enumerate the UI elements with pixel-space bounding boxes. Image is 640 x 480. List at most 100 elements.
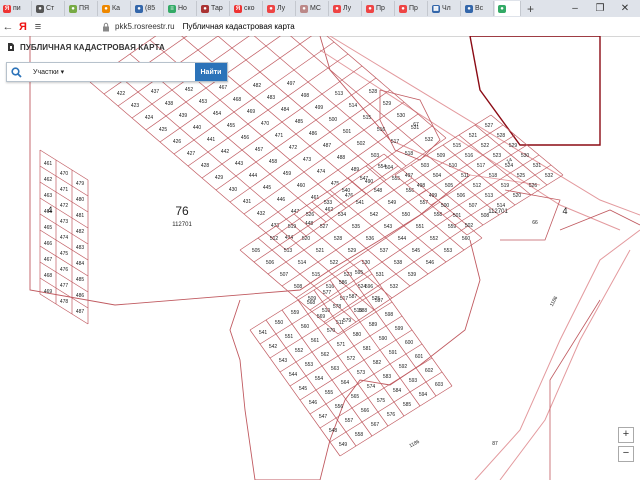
maximize-icon[interactable]: ❐ — [590, 0, 610, 17]
parcel-number[interactable]: 497 — [287, 81, 296, 87]
parcel-number[interactable]: 533 — [324, 200, 333, 206]
parcel-number[interactable]: 548 — [374, 188, 383, 194]
parcel-number[interactable]: 468 — [44, 273, 53, 279]
parcel-number[interactable]: 515 — [312, 272, 321, 278]
parcel-number[interactable]: 112701 — [172, 222, 192, 228]
parcel-number[interactable]: 513 — [485, 193, 494, 199]
search-icon[interactable] — [7, 63, 25, 81]
parcel-number[interactable]: 480 — [76, 197, 85, 203]
cadastral-map[interactable]: 4224234244254264274284294304314324334344… — [0, 36, 640, 480]
parcel-number[interactable]: 572 — [347, 356, 356, 362]
parcel-number[interactable]: 1186 — [408, 439, 421, 449]
parcel-number[interactable]: 515 — [453, 143, 462, 149]
parcel-number[interactable]: 471 — [60, 187, 69, 193]
parcel-number[interactable]: 576 — [387, 412, 396, 418]
parcel-number[interactable]: 519 — [501, 183, 510, 189]
parcel-number[interactable]: 502 — [465, 223, 474, 229]
browser-tab[interactable]: ● Пр — [396, 1, 428, 16]
parcel-number[interactable]: 526 — [306, 212, 315, 218]
parcel-number[interactable]: 579 — [343, 318, 352, 324]
parcel-number[interactable]: 558 — [355, 432, 364, 438]
parcel-number[interactable]: 569 — [317, 314, 326, 320]
parcel-number[interactable]: 441 — [207, 137, 216, 143]
parcel-number[interactable]: 483 — [267, 95, 276, 101]
parcel-number[interactable]: 469 — [44, 289, 53, 295]
parcel-number[interactable]: 473 — [303, 157, 312, 163]
parcel-number[interactable]: 487 — [76, 309, 85, 315]
parcel-number[interactable]: 552 — [430, 236, 439, 242]
parcel-number[interactable]: 517 — [340, 296, 349, 302]
parcel-number[interactable]: 535 — [352, 224, 361, 230]
parcel-number[interactable]: 471 — [275, 133, 284, 139]
browser-tab[interactable]: Яско — [231, 1, 263, 16]
parcel-number[interactable]: 551 — [285, 334, 294, 340]
parcel-number[interactable]: 559 — [291, 310, 300, 316]
parcel-number[interactable]: 530 — [362, 260, 371, 266]
parcel-number[interactable]: 539 — [408, 272, 417, 278]
parcel-number[interactable]: 595 — [355, 270, 364, 276]
parcel-number[interactable]: 594 — [419, 392, 428, 398]
zoom-out-button[interactable]: − — [618, 446, 634, 462]
browser-tab[interactable]: ● — [495, 1, 521, 16]
parcel-number[interactable]: 453 — [199, 99, 208, 105]
parcel-number[interactable]: 543 — [279, 358, 288, 364]
parcel-number[interactable]: 528 — [497, 133, 506, 139]
parcel-number[interactable]: 529 — [348, 248, 357, 254]
search-input[interactable] — [75, 65, 185, 79]
parcel-number[interactable]: 454 — [213, 111, 222, 117]
parcel-number[interactable]: 442 — [221, 149, 230, 155]
parcel-number[interactable]: 586 — [339, 280, 348, 286]
parcel-number[interactable]: 560 — [301, 324, 310, 330]
parcel-number[interactable]: 509 — [437, 153, 446, 159]
parcel-number[interactable]: 429 — [215, 175, 224, 181]
yandex-logo-icon[interactable]: Я — [16, 21, 30, 33]
parcel-number[interactable]: 503 — [421, 163, 430, 169]
parcel-number[interactable]: 424 — [145, 115, 154, 121]
parcel-number[interactable]: 498 — [301, 93, 310, 99]
parcel-number[interactable]: 477 — [60, 283, 69, 289]
parcel-number[interactable]: 547 — [360, 176, 369, 182]
parcel-number[interactable]: 556 — [406, 188, 415, 194]
category-select[interactable]: Участки ▾ — [33, 68, 73, 76]
parcel-number[interactable]: 474 — [317, 169, 326, 175]
parcel-number[interactable]: 548 — [329, 428, 338, 434]
parcel-number[interactable]: 514 — [298, 260, 307, 266]
parcel-number[interactable]: 584 — [393, 388, 402, 394]
parcel-number[interactable]: 513 — [335, 91, 344, 97]
parcel-number[interactable]: 522 — [481, 143, 490, 149]
parcel-number[interactable]: 484 — [76, 261, 85, 267]
parcel-number[interactable]: 66 — [532, 220, 538, 226]
parcel-number[interactable]: 472 — [289, 145, 298, 151]
parcel-number[interactable]: 455 — [227, 123, 236, 129]
parcel-number[interactable]: 482 — [76, 229, 85, 235]
parcel-number[interactable]: 515 — [363, 115, 372, 121]
parcel-number[interactable]: 520 — [302, 236, 311, 242]
parcel-number[interactable]: 505 — [445, 183, 454, 189]
back-icon[interactable]: ← — [0, 21, 16, 33]
parcel-number[interactable]: 76 — [175, 204, 189, 218]
parcel-number[interactable]: 485 — [76, 277, 85, 283]
parcel-number[interactable]: 530 — [397, 113, 406, 119]
parcel-number[interactable]: 438 — [165, 101, 174, 107]
parcel-number[interactable]: 567 — [371, 422, 380, 428]
parcel-number[interactable]: 505 — [252, 248, 261, 254]
find-button[interactable]: Найти — [195, 63, 227, 81]
parcel-number[interactable]: 588 — [359, 308, 368, 314]
parcel-number[interactable]: 512 — [473, 183, 482, 189]
parcel-number[interactable]: 489 — [351, 167, 360, 173]
parcel-number[interactable]: 546 — [426, 260, 435, 266]
parcel-number[interactable]: 532 — [425, 137, 434, 143]
parcel-number[interactable]: 583 — [383, 374, 392, 380]
parcel-number[interactable]: 486 — [309, 131, 318, 137]
parcel-number[interactable]: 87 — [492, 441, 498, 447]
browser-tab[interactable]: ● Пр — [363, 1, 395, 16]
parcel-number[interactable]: 523 — [493, 153, 502, 159]
browser-tab[interactable]: Япи — [0, 1, 32, 16]
parcel-number[interactable]: 545 — [412, 248, 421, 254]
parcel-number[interactable]: 585 — [403, 402, 412, 408]
parcel-number[interactable]: 542 — [269, 344, 278, 350]
browser-tab[interactable]: ● Ка — [99, 1, 131, 16]
parcel-number[interactable]: 1186 — [549, 295, 559, 308]
parcel-number[interactable]: 575 — [377, 398, 386, 404]
parcel-number[interactable]: 529 — [383, 101, 392, 107]
